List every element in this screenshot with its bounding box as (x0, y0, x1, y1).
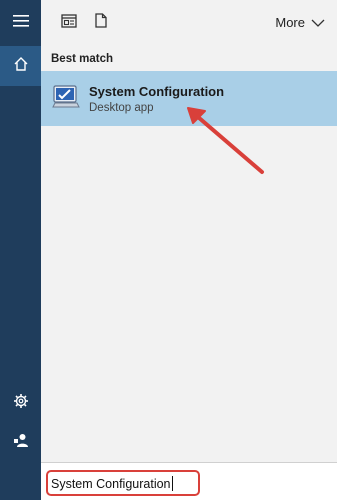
apps-icon (61, 13, 77, 33)
result-subtitle: Desktop app (89, 102, 154, 114)
search-input[interactable]: System Configuration (51, 476, 173, 491)
filter-toolbar: More (41, 0, 337, 46)
gear-icon (13, 393, 29, 414)
settings-button[interactable] (0, 383, 41, 423)
more-dropdown[interactable]: More (275, 15, 325, 30)
more-label: More (275, 15, 305, 30)
search-bar[interactable]: System Configuration (41, 462, 337, 501)
best-match-heading: Best match (51, 53, 113, 65)
user-button[interactable] (0, 422, 41, 462)
menu-button[interactable] (0, 3, 41, 43)
home-icon (13, 56, 29, 77)
home-button[interactable] (0, 46, 41, 86)
documents-filter-button[interactable] (90, 12, 112, 34)
chevron-down-icon (311, 15, 325, 30)
system-configuration-icon (51, 82, 81, 112)
left-nav-rail (0, 0, 41, 500)
search-value: System Configuration (51, 477, 171, 491)
text-caret (171, 476, 173, 491)
result-title: System Configuration (89, 84, 225, 99)
document-icon (95, 13, 107, 33)
hamburger-icon (12, 14, 29, 32)
user-icon (13, 432, 29, 453)
search-panel: More Best match System Configuration Des… (41, 0, 337, 500)
best-match-result[interactable]: System Configuration Desktop app (41, 71, 337, 126)
apps-filter-button[interactable] (58, 12, 80, 34)
